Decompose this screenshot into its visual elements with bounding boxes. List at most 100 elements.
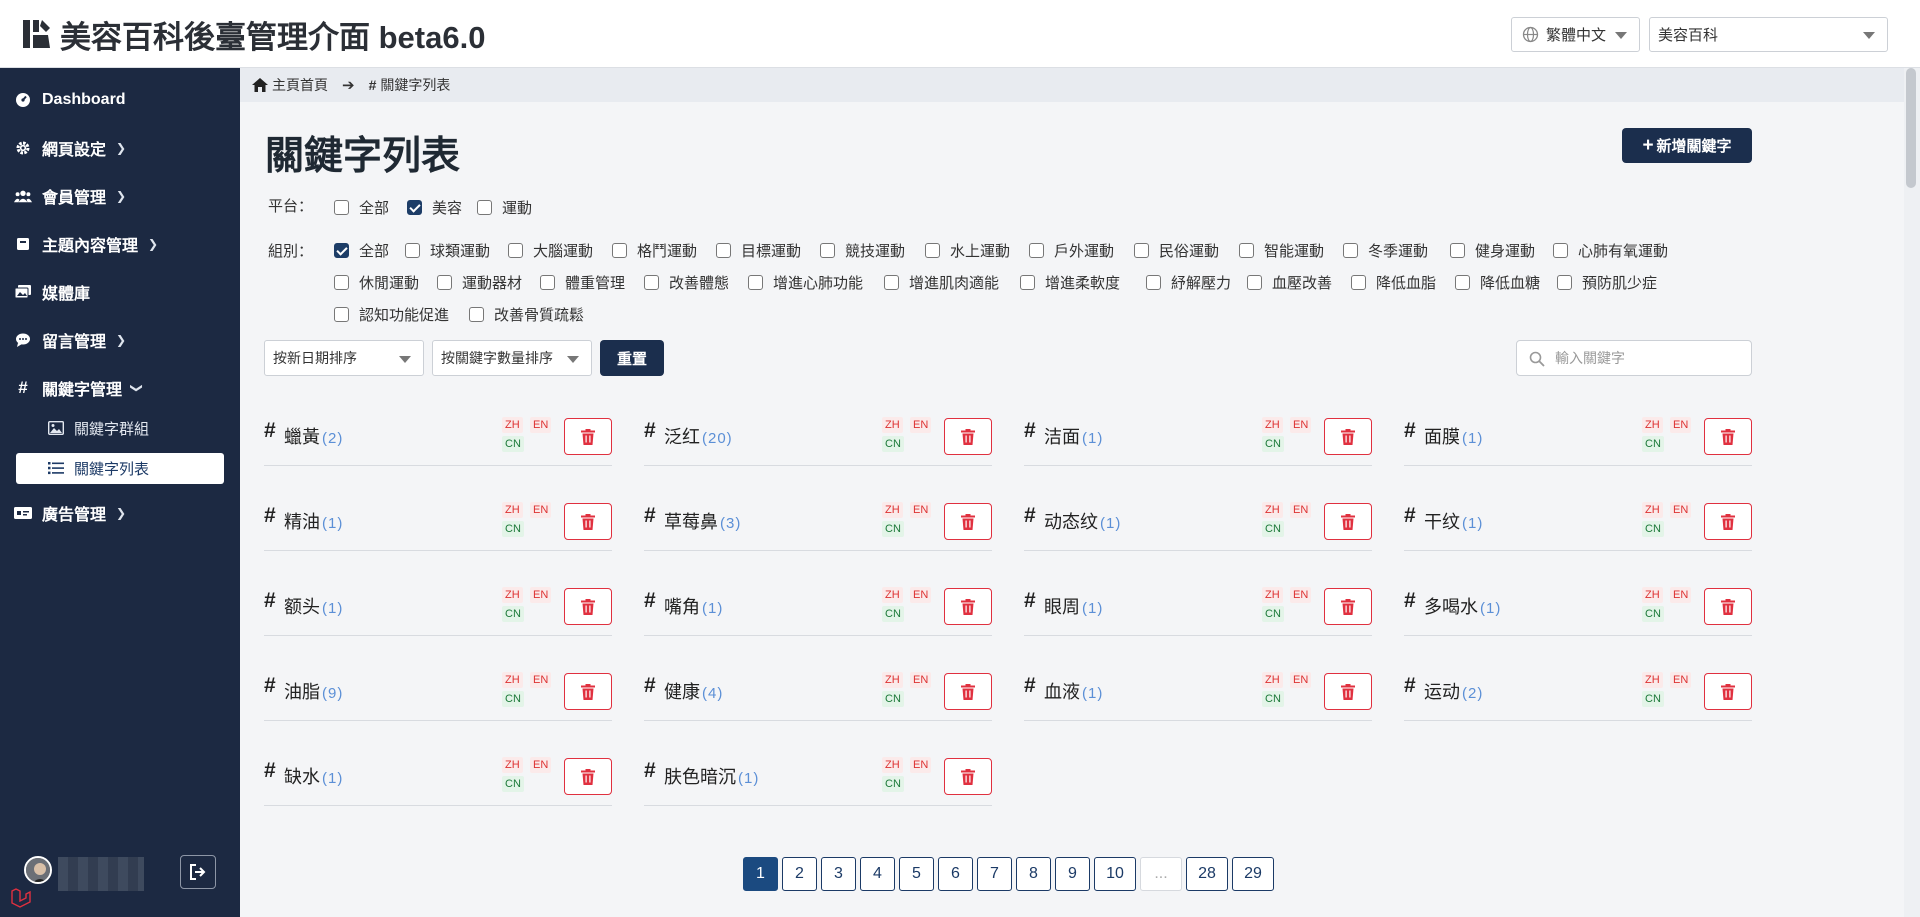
group-checkbox[interactable]: 心肺有氧運動 (1553, 240, 1668, 261)
checkbox-box[interactable] (1029, 243, 1044, 258)
sidebar-item-keywords[interactable]: # 關鍵字管理 ❯ (0, 368, 240, 408)
group-checkbox[interactable]: 認知功能促進 (334, 304, 449, 325)
keyword-link[interactable]: 血液 (1) (1044, 678, 1103, 704)
delete-keyword-button[interactable] (1324, 588, 1372, 625)
keyword-link[interactable]: 运动 (2) (1424, 678, 1483, 704)
checkbox-box[interactable] (1553, 243, 1568, 258)
group-checkbox[interactable]: 格鬥運動 (612, 240, 697, 261)
page-button[interactable]: 3 (821, 857, 856, 891)
tag-zh[interactable]: ZH (882, 417, 903, 433)
delete-keyword-button[interactable] (564, 758, 612, 795)
keyword-name[interactable]: 血液 (1044, 682, 1080, 702)
group-checkbox[interactable]: 球類運動 (405, 240, 490, 261)
checkbox-box[interactable] (469, 307, 484, 322)
tag-zh[interactable]: ZH (1262, 587, 1283, 603)
tag-cn[interactable]: CN (1642, 691, 1664, 707)
avatar[interactable] (24, 856, 52, 884)
tag-zh[interactable]: ZH (882, 672, 903, 688)
tag-cn[interactable]: CN (882, 436, 904, 452)
tag-en[interactable]: EN (530, 417, 552, 433)
group-checkbox[interactable]: 改善體態 (644, 272, 729, 293)
keyword-name[interactable]: 健康 (664, 682, 700, 702)
tag-en[interactable]: EN (910, 757, 932, 773)
group-checkbox[interactable]: 紓解壓力 (1146, 272, 1231, 293)
platform-checkbox[interactable]: 運動 (477, 197, 532, 218)
tag-zh[interactable]: ZH (1262, 502, 1283, 518)
group-checkbox[interactable]: 預防肌少症 (1557, 272, 1657, 293)
tag-cn[interactable]: CN (882, 776, 904, 792)
tag-zh[interactable]: ZH (1642, 417, 1663, 433)
keyword-link[interactable]: 面膜 (1) (1424, 423, 1483, 449)
delete-keyword-button[interactable] (1324, 418, 1372, 455)
group-checkbox[interactable]: 民俗運動 (1134, 240, 1219, 261)
delete-keyword-button[interactable] (1704, 503, 1752, 540)
tag-en[interactable]: EN (1290, 502, 1312, 518)
tag-zh[interactable]: ZH (502, 417, 523, 433)
keyword-name[interactable]: 草莓鼻 (664, 512, 718, 532)
group-checkbox[interactable]: 體重管理 (540, 272, 625, 293)
sidebar-item-members[interactable]: 會員管理 ❯ (0, 176, 240, 216)
group-checkbox[interactable]: 改善骨質疏鬆 (469, 304, 584, 325)
tag-en[interactable]: EN (910, 672, 932, 688)
tag-zh[interactable]: ZH (1642, 587, 1663, 603)
tag-zh[interactable]: ZH (502, 502, 523, 518)
delete-keyword-button[interactable] (1324, 673, 1372, 710)
group-checkbox[interactable]: 水上運動 (925, 240, 1010, 261)
site-select[interactable]: 美容百科 (1649, 17, 1888, 52)
group-checkbox[interactable]: 競技運動 (820, 240, 905, 261)
checkbox-box[interactable] (1343, 243, 1358, 258)
checkbox-box[interactable] (1455, 275, 1470, 290)
keyword-name[interactable]: 额头 (284, 597, 320, 617)
group-checkbox[interactable]: 智能運動 (1239, 240, 1324, 261)
tag-en[interactable]: EN (1670, 417, 1692, 433)
keyword-link[interactable]: 缺水 (1) (284, 763, 343, 789)
keyword-name[interactable]: 洁面 (1044, 427, 1080, 447)
page-button[interactable]: 2 (782, 857, 817, 891)
checkbox-box[interactable] (1557, 275, 1572, 290)
breadcrumb-home-link[interactable]: 主頁首頁 (272, 75, 328, 95)
delete-keyword-button[interactable] (944, 418, 992, 455)
keyword-name[interactable]: 泛红 (664, 427, 700, 447)
add-keyword-button[interactable]: + 新增關鍵字 (1622, 128, 1752, 163)
keyword-link[interactable]: 蠟黃 (2) (284, 423, 343, 449)
keyword-link[interactable]: 额头 (1) (284, 593, 343, 619)
tag-cn[interactable]: CN (882, 606, 904, 622)
tag-en[interactable]: EN (1670, 672, 1692, 688)
keyword-link[interactable]: 健康 (4) (664, 678, 723, 704)
page-button[interactable]: 29 (1232, 857, 1274, 891)
language-select[interactable]: 繁體中文 (1511, 17, 1640, 52)
checkbox-box[interactable] (1020, 275, 1035, 290)
group-checkbox[interactable]: 健身運動 (1450, 240, 1535, 261)
delete-keyword-button[interactable] (944, 503, 992, 540)
scrollbar-thumb[interactable] (1906, 68, 1916, 188)
group-checkbox[interactable]: 降低血糖 (1455, 272, 1540, 293)
keyword-name[interactable]: 嘴角 (664, 597, 700, 617)
keyword-link[interactable]: 眼周 (1) (1044, 593, 1103, 619)
group-checkbox[interactable]: 運動器材 (437, 272, 522, 293)
group-checkbox[interactable]: 冬季運動 (1343, 240, 1428, 261)
tag-cn[interactable]: CN (502, 436, 524, 452)
delete-keyword-button[interactable] (1704, 673, 1752, 710)
keyword-name[interactable]: 干纹 (1424, 512, 1460, 532)
tag-zh[interactable]: ZH (502, 672, 523, 688)
tag-cn[interactable]: CN (502, 691, 524, 707)
tag-en[interactable]: EN (910, 587, 932, 603)
checkbox-box[interactable] (1146, 275, 1161, 290)
checkbox-box[interactable] (407, 200, 422, 215)
delete-keyword-button[interactable] (1704, 588, 1752, 625)
checkbox-box[interactable] (612, 243, 627, 258)
keyword-name[interactable]: 肤色暗沉 (664, 767, 736, 787)
sidebar-subitem-keyword-list[interactable]: 關鍵字列表 (16, 453, 224, 484)
page-button[interactable]: 7 (977, 857, 1012, 891)
checkbox-box[interactable] (1134, 243, 1149, 258)
delete-keyword-button[interactable] (944, 758, 992, 795)
reset-button[interactable]: 重置 (600, 340, 664, 376)
checkbox-box[interactable] (540, 275, 555, 290)
keyword-link[interactable]: 嘴角 (1) (664, 593, 723, 619)
checkbox-box[interactable] (477, 200, 492, 215)
tag-zh[interactable]: ZH (502, 757, 523, 773)
scrollbar-track[interactable] (1904, 68, 1920, 917)
group-checkbox[interactable]: 大腦運動 (508, 240, 593, 261)
home-icon[interactable] (252, 78, 268, 92)
keyword-link[interactable]: 草莓鼻 (3) (664, 508, 741, 534)
